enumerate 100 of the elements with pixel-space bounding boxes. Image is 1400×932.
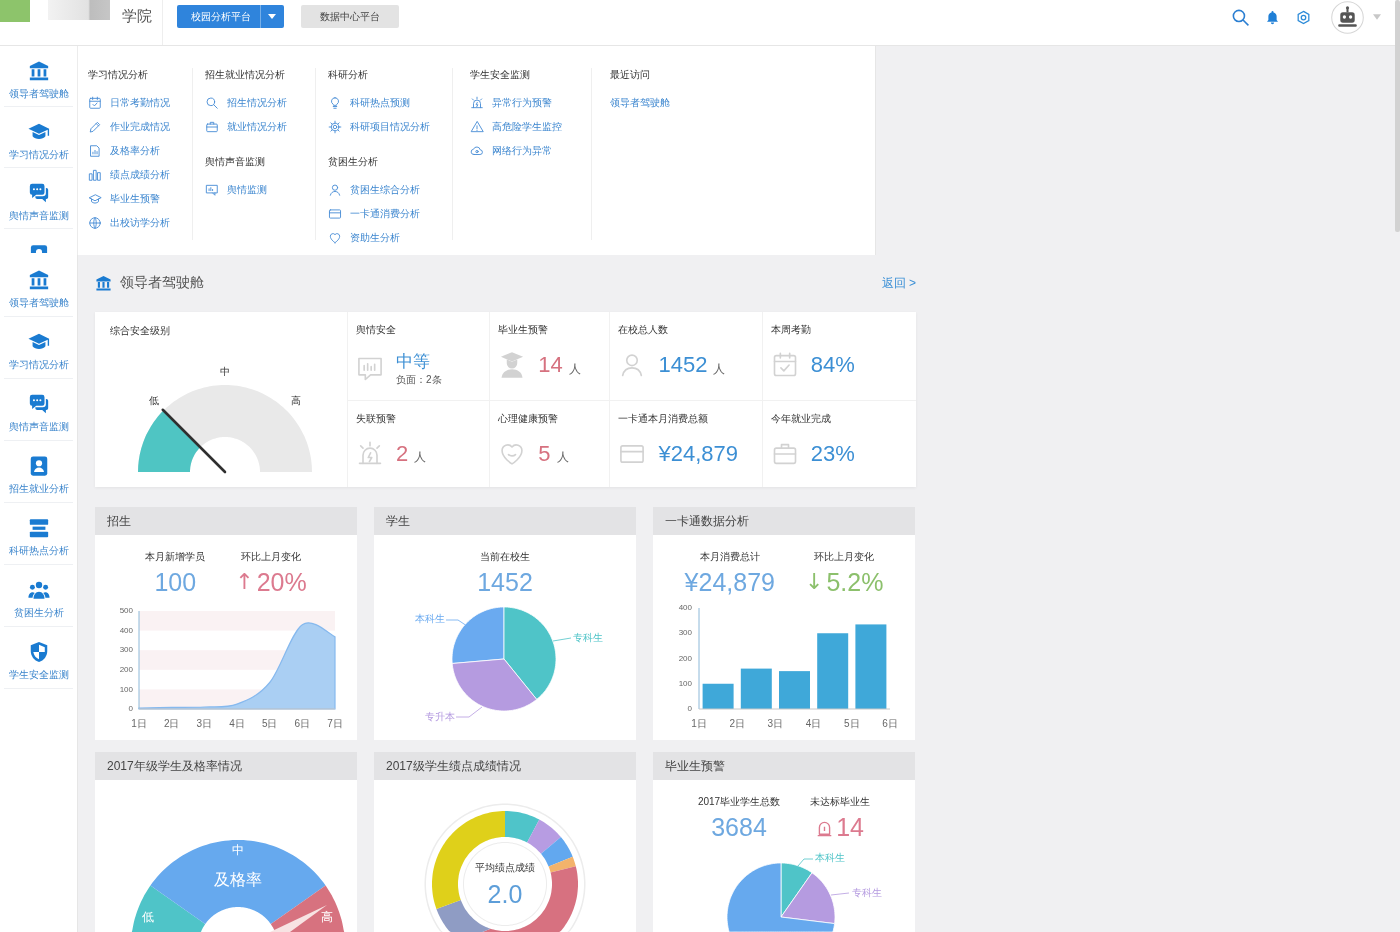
magnifier-icon (205, 96, 219, 110)
metric-label: 心理健康预警 (498, 411, 559, 426)
server-icon (27, 517, 50, 539)
metric-value: ¥24,879 (658, 439, 738, 468)
menu-section-title: 舆情声音监测 (205, 155, 266, 169)
school-name: 学院 (122, 6, 152, 26)
stat-value: ¥24,879 (684, 567, 775, 597)
platform-button[interactable]: 校园分析平台 (177, 5, 284, 28)
sidebar-item[interactable]: 招生就业分析 (4, 441, 73, 503)
axis-label: 7日 (327, 717, 343, 729)
menu-item[interactable]: 绩点成绩分析 (88, 163, 192, 187)
stat-value: 3684 (711, 812, 767, 842)
stat-label: 2017毕业学生总数 (697, 795, 781, 809)
axis-label: 6日 (882, 717, 898, 729)
stat-label: 环比上月变化 (814, 550, 875, 564)
donut-segment (527, 819, 561, 854)
sidebar-item[interactable]: 科研热点分析 (4, 503, 73, 565)
stat-value: 5.2% (826, 567, 884, 597)
metric-label: 一卡通本月消费总额 (618, 411, 709, 426)
stat-label: 本月消费总计 (699, 550, 760, 564)
axis-label: 3日 (767, 717, 784, 729)
axis-label: 200 (678, 653, 692, 663)
menu-item[interactable]: 招生情况分析 (205, 91, 315, 115)
search-icon[interactable] (1231, 7, 1250, 27)
axis-label: 200 (119, 664, 133, 674)
metric-unit: 人 (414, 449, 427, 466)
chart-center-label: 平均绩点成绩 (475, 861, 535, 873)
axis-label: 0 (687, 704, 692, 714)
globe-icon (88, 216, 102, 230)
leader-line (445, 619, 468, 627)
menu-item[interactable]: 一卡通消费分析 (328, 202, 452, 226)
axis-label: 400 (678, 603, 692, 613)
robot-avatar-icon[interactable] (1331, 0, 1364, 34)
axis-label: 5日 (844, 717, 860, 729)
gear-icon (328, 120, 342, 134)
sidebar-item[interactable]: 领导者驾驶舱 (4, 46, 73, 107)
stat-value: 100 (154, 567, 197, 597)
metric-value: 14 (538, 351, 563, 379)
menu-section-title: 贫困生分析 (328, 155, 379, 169)
axis-label: 4日 (805, 717, 822, 729)
axis-label: 400 (119, 625, 133, 635)
panel-header: 学生 (374, 507, 636, 535)
sidebar-item[interactable]: 学生安全监测 (4, 627, 73, 689)
axis-label: 3日 (196, 717, 213, 729)
chart-center-value: 2.0 (487, 879, 523, 908)
menu-item[interactable]: 就业情况分析 (205, 115, 315, 139)
pie-label: 本科生 (415, 612, 445, 624)
bell-icon[interactable] (1265, 9, 1280, 25)
menu-item[interactable]: 科研项目情况分析 (328, 115, 452, 139)
panel-header: 2017级学生绩点成绩情况 (374, 752, 636, 780)
axis-label: 1日 (131, 717, 147, 729)
gauge-label: 高 (290, 394, 301, 406)
settings-icon[interactable] (1296, 9, 1311, 25)
leader-line (455, 706, 483, 718)
menu-item[interactable]: 资助生分析 (328, 226, 452, 250)
stat-label: 本月新增学员 (145, 550, 206, 564)
scrollbar-thumb[interactable] (1395, 0, 1400, 232)
axis-label: 2日 (729, 717, 745, 729)
group-icon (27, 579, 50, 601)
platform-button[interactable]: 数据中心平台 (301, 5, 399, 28)
sidebar-item[interactable]: 舆情声音监测 (4, 379, 73, 441)
axis-label: 100 (678, 678, 692, 688)
metric-unit: 人 (713, 360, 726, 378)
stat-label: 环比上月变化 (241, 550, 301, 564)
bar (740, 668, 772, 709)
menu-item[interactable]: 网络行为异常 (470, 139, 591, 163)
menu-item[interactable]: 作业完成情况 (88, 115, 192, 139)
sidebar-item[interactable]: 领导者驾驶舱 (4, 255, 73, 317)
metric-value: 5 (538, 439, 551, 468)
menu-item[interactable]: 毕业生预警 (88, 187, 192, 211)
menu-item[interactable]: 及格率分析 (88, 139, 192, 163)
menu-item[interactable]: 贫困生综合分析 (328, 178, 452, 202)
graduation-cap-icon (88, 192, 102, 206)
sidebar-item[interactable]: 学习情况分析 (4, 317, 73, 379)
sidebar-item[interactable]: 舆情声音监测 (4, 168, 73, 229)
metric-value: 中等 (396, 351, 430, 373)
menu-item[interactable]: 日常考勤情况 (88, 91, 192, 115)
menu-item[interactable]: 领导者驾驶舱 (610, 91, 741, 115)
chat-icon (27, 393, 50, 415)
segment-label: 高 (321, 910, 333, 925)
stat-value: 20% (256, 567, 307, 597)
metric-unit: 人 (568, 360, 581, 378)
sidebar-item[interactable]: 学习情况分析 (4, 107, 73, 168)
arrow-icon: ↓ (804, 568, 824, 596)
axis-label: 6日 (294, 717, 311, 729)
gauge-needle (161, 408, 227, 474)
menu-item[interactable]: 异常行为预警 (470, 91, 591, 115)
back-link[interactable]: 返回 > (881, 274, 916, 292)
pie-label: 专科生 (573, 631, 603, 643)
panel-header: 毕业生预警 (653, 752, 915, 780)
axis-label: 5日 (261, 717, 278, 729)
menu-item[interactable]: 高危险学生监控 (470, 115, 591, 139)
menu-item[interactable]: 舆情监测 (205, 178, 315, 202)
menu-item[interactable]: 科研热点预测 (328, 91, 452, 115)
monitor-chart-icon (205, 183, 219, 197)
person-icon (328, 183, 342, 197)
menu-item[interactable]: 出校访学分析 (88, 211, 192, 235)
sidebar-item[interactable]: 贫困生分析 (4, 565, 73, 627)
axis-label: 4日 (229, 717, 245, 729)
blurred-block (48, 0, 110, 20)
